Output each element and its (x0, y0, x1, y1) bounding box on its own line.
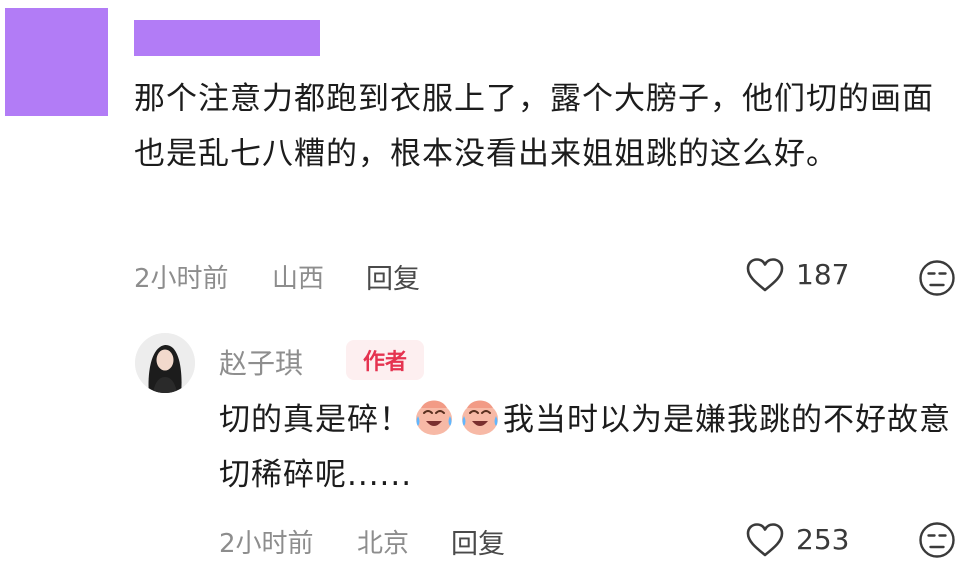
reply-time: 2小时前 (219, 529, 314, 559)
reply-like-count: 253 (796, 523, 850, 556)
author-badge: 作者 (346, 340, 424, 380)
crying-laughing-emoji-icon (462, 400, 498, 435)
comment-text: 那个注意力都跑到衣服上了，露个大膀子，他们切的画面也是乱七八糟的，根本没看出来姐… (134, 81, 934, 172)
comment-time: 2小时前 (134, 264, 229, 294)
comment-like-button[interactable] (745, 257, 785, 293)
unhappy-face-icon (919, 260, 955, 296)
author-photo-icon (135, 333, 195, 393)
comment-dislike-button[interactable] (918, 259, 956, 297)
heart-icon (746, 258, 784, 292)
reply-reply-button[interactable]: 回复 (451, 522, 505, 561)
reply-like-button[interactable] (745, 522, 785, 558)
comment-like-count: 187 (796, 258, 850, 291)
redacted-username (134, 20, 320, 56)
reply-text: 切的真是碎！ 我当时以为是嫌我跳的不好故意切稀碎呢...... (219, 393, 954, 503)
redacted-avatar (5, 8, 108, 116)
author-avatar[interactable] (135, 333, 195, 393)
reply-text-start: 切的真是碎！ (219, 402, 411, 438)
reply-location: 北京 (357, 529, 410, 559)
crying-laughing-emoji-icon (416, 400, 452, 435)
unhappy-face-icon (919, 522, 955, 558)
reply-dislike-button[interactable] (918, 521, 956, 559)
comment-reply-button[interactable]: 回复 (366, 257, 420, 296)
heart-icon (746, 523, 784, 557)
author-name[interactable]: 赵子琪 (219, 342, 303, 382)
comment-location: 山西 (272, 264, 325, 294)
